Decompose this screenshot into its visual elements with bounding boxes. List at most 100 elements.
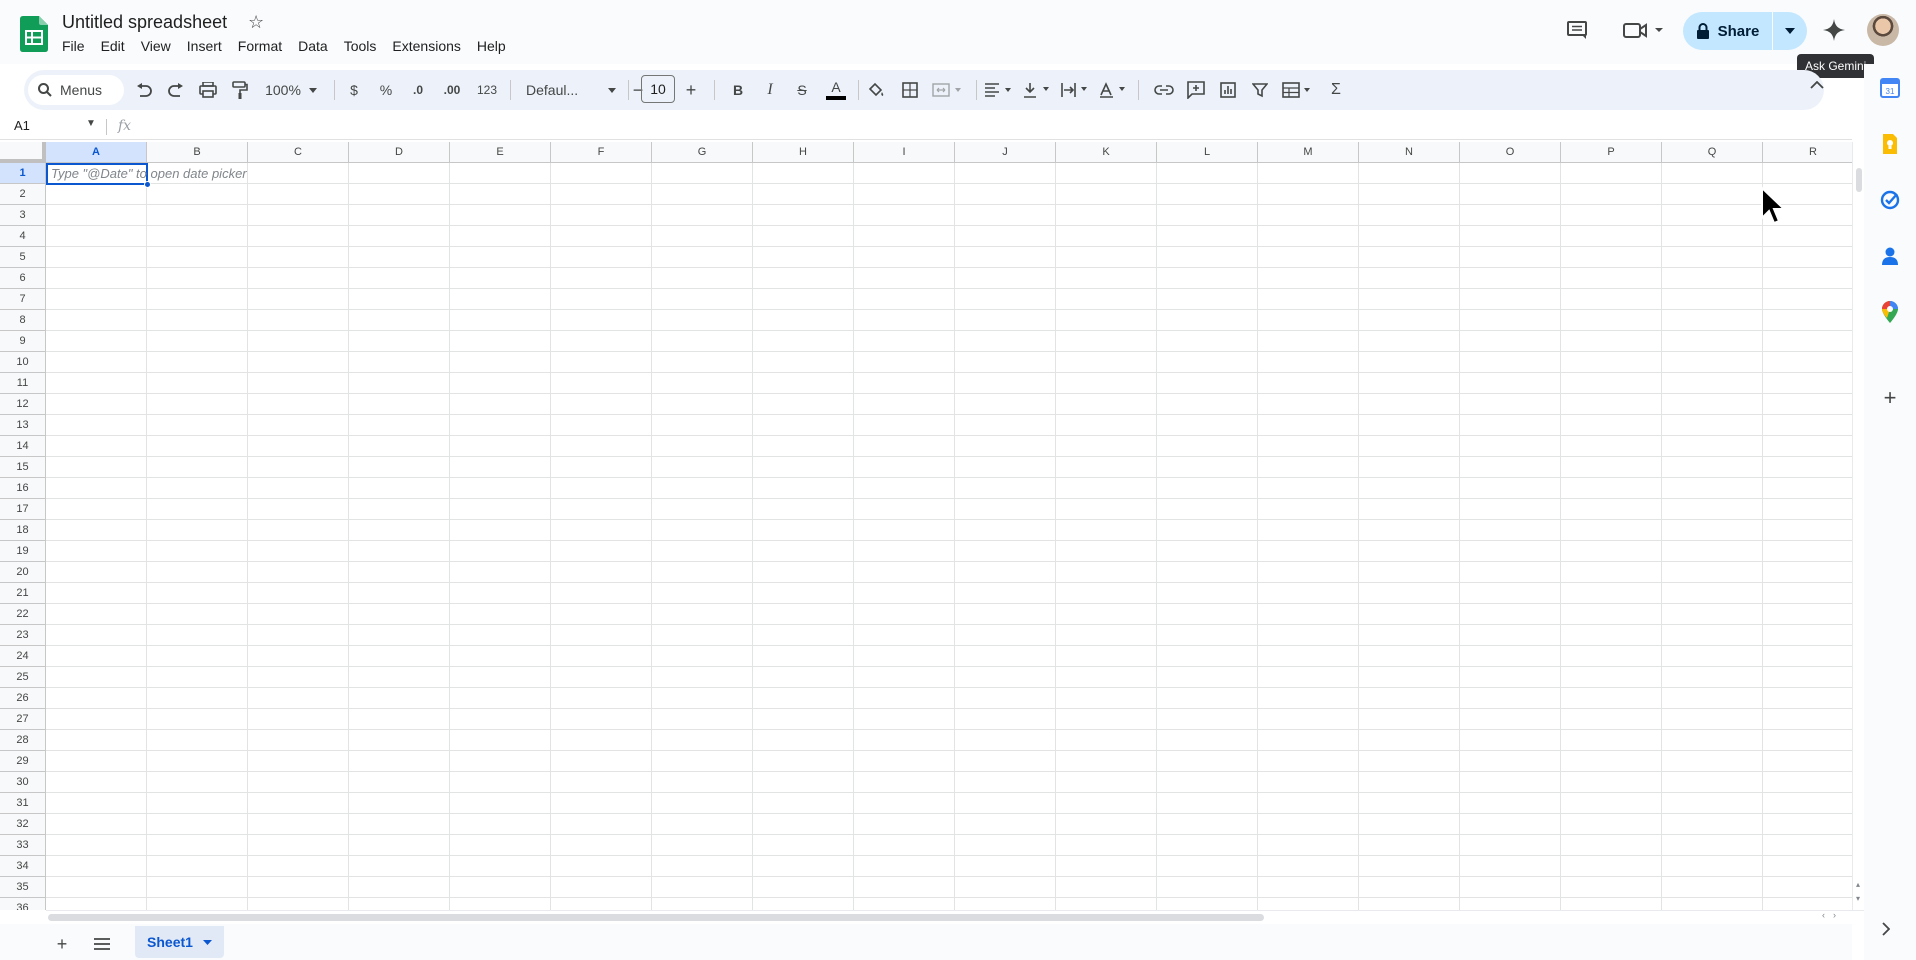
all-sheets-icon[interactable] <box>90 932 114 956</box>
vertical-scroll-arrows[interactable]: ▴ ▾ <box>1852 878 1864 906</box>
row-header[interactable]: 2 <box>0 184 46 205</box>
menu-tools[interactable]: Tools <box>336 37 385 55</box>
row-header[interactable]: 10 <box>0 352 46 373</box>
decrease-decimal-button[interactable]: .0 <box>406 70 430 110</box>
gemini-sparkle-icon[interactable] <box>1822 18 1846 42</box>
filter-icon[interactable] <box>1248 70 1272 110</box>
row-header[interactable]: 17 <box>0 499 46 520</box>
column-header[interactable]: I <box>854 142 955 163</box>
row-header[interactable]: 27 <box>0 709 46 730</box>
row-header[interactable]: 23 <box>0 625 46 646</box>
menu-format[interactable]: Format <box>230 37 290 55</box>
increase-font-size-button[interactable]: + <box>679 70 703 110</box>
menu-view[interactable]: View <box>133 37 179 55</box>
horizontal-scroll-arrows[interactable]: ‹› <box>1822 910 1844 920</box>
row-header[interactable]: 5 <box>0 247 46 268</box>
row-header[interactable]: 13 <box>0 415 46 436</box>
insert-comment-icon[interactable] <box>1184 70 1208 110</box>
text-color-button[interactable]: A <box>824 70 848 110</box>
calendar-icon[interactable]: 31 <box>1878 76 1902 100</box>
column-header[interactable]: Q <box>1662 142 1763 163</box>
row-header[interactable]: 21 <box>0 583 46 604</box>
column-header[interactable]: R <box>1763 142 1852 163</box>
row-header[interactable]: 20 <box>0 562 46 583</box>
insert-chart-icon[interactable] <box>1216 70 1240 110</box>
row-header[interactable]: 1 <box>0 163 46 184</box>
undo-icon[interactable] <box>132 70 156 110</box>
currency-format-button[interactable]: $ <box>342 70 366 110</box>
column-header[interactable]: F <box>551 142 652 163</box>
menu-help[interactable]: Help <box>469 37 514 55</box>
column-header[interactable]: D <box>349 142 450 163</box>
menu-file[interactable]: File <box>54 37 93 55</box>
vertical-scrollbar[interactable] <box>1852 142 1864 910</box>
account-avatar[interactable] <box>1867 14 1899 46</box>
select-all-corner[interactable] <box>0 142 46 163</box>
column-header[interactable]: G <box>652 142 753 163</box>
horizontal-align-icon[interactable] <box>982 70 1018 110</box>
text-rotation-icon[interactable] <box>1096 70 1132 110</box>
horizontal-scroll-thumb[interactable] <box>48 914 1264 921</box>
column-header[interactable]: E <box>450 142 551 163</box>
document-title[interactable]: Untitled spreadsheet <box>62 12 227 33</box>
expand-side-panel-icon[interactable] <box>1882 922 1891 939</box>
menu-search[interactable]: Menus <box>28 75 124 105</box>
row-header[interactable]: 18 <box>0 520 46 541</box>
horizontal-scrollbar[interactable] <box>46 910 1864 922</box>
row-header[interactable]: 12 <box>0 394 46 415</box>
row-header[interactable]: 19 <box>0 541 46 562</box>
table-view-icon[interactable] <box>1278 70 1318 110</box>
strikethrough-button[interactable]: S <box>790 70 814 110</box>
print-icon[interactable] <box>196 70 220 110</box>
menu-data[interactable]: Data <box>290 37 336 55</box>
font-family-select[interactable]: Defaul... <box>518 70 624 110</box>
share-dropdown-button[interactable] <box>1773 28 1807 34</box>
comments-icon[interactable] <box>1565 18 1589 42</box>
row-header[interactable]: 7 <box>0 289 46 310</box>
column-header[interactable]: J <box>955 142 1056 163</box>
row-header[interactable]: 32 <box>0 814 46 835</box>
row-header[interactable]: 16 <box>0 478 46 499</box>
add-sheet-icon[interactable]: + <box>50 932 74 956</box>
sheet-tab-sheet1[interactable]: Sheet1 <box>135 926 224 958</box>
sheets-logo-icon[interactable] <box>20 16 48 52</box>
vertical-scroll-thumb[interactable] <box>1856 168 1862 192</box>
row-header[interactable]: 35 <box>0 877 46 898</box>
collapse-toolbar-icon[interactable] <box>1810 76 1824 92</box>
row-header[interactable]: 31 <box>0 793 46 814</box>
increase-decimal-button[interactable]: .00 <box>438 70 466 110</box>
row-header[interactable]: 3 <box>0 205 46 226</box>
column-header[interactable]: H <box>753 142 854 163</box>
column-header[interactable]: L <box>1157 142 1258 163</box>
number-format-button[interactable]: 123 <box>472 70 502 110</box>
add-addon-icon[interactable]: + <box>1878 385 1902 410</box>
functions-button[interactable]: Σ <box>1324 70 1348 110</box>
menu-edit[interactable]: Edit <box>93 37 133 55</box>
row-header[interactable]: 25 <box>0 667 46 688</box>
vertical-align-icon[interactable] <box>1020 70 1056 110</box>
column-header[interactable]: K <box>1056 142 1157 163</box>
row-header[interactable]: 30 <box>0 772 46 793</box>
font-size-input[interactable]: 10 <box>641 75 675 103</box>
zoom-select[interactable]: 100% <box>260 70 322 110</box>
merge-cells-icon[interactable] <box>928 70 968 110</box>
name-box[interactable]: A1 <box>14 118 30 133</box>
menu-insert[interactable]: Insert <box>179 37 230 55</box>
share-button[interactable]: Share <box>1683 12 1772 50</box>
row-header[interactable]: 28 <box>0 730 46 751</box>
bold-button[interactable]: B <box>726 70 750 110</box>
column-header[interactable]: C <box>248 142 349 163</box>
caret-down-icon[interactable]: ▼ <box>86 118 96 129</box>
keep-icon[interactable] <box>1878 132 1902 156</box>
row-header[interactable]: 29 <box>0 751 46 772</box>
row-header[interactable]: 4 <box>0 226 46 247</box>
text-wrapping-icon[interactable] <box>1058 70 1094 110</box>
star-icon[interactable]: ☆ <box>248 12 264 33</box>
italic-button[interactable]: I <box>758 70 782 110</box>
row-header[interactable]: 8 <box>0 310 46 331</box>
maps-icon[interactable] <box>1878 300 1902 324</box>
contacts-icon[interactable] <box>1878 244 1902 268</box>
borders-icon[interactable] <box>898 70 922 110</box>
row-header[interactable]: 6 <box>0 268 46 289</box>
tasks-icon[interactable] <box>1878 188 1902 212</box>
